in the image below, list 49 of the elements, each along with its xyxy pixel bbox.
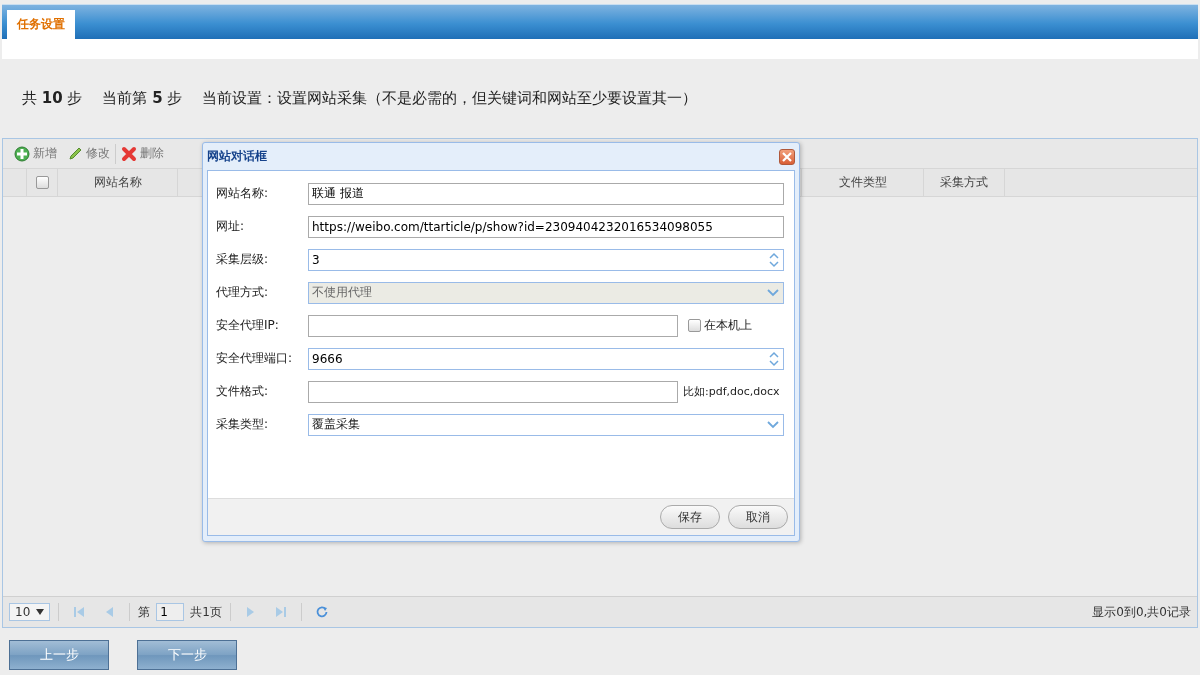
last-page-icon [274, 606, 287, 618]
pencil-icon [67, 145, 83, 162]
cross-icon [121, 145, 137, 162]
select-field[interactable]: 覆盖采集 [308, 413, 784, 436]
field-label: 文件格式: [216, 383, 270, 400]
spinner-arrows-icon [768, 251, 780, 268]
step-text: 共 10 步 [22, 89, 83, 108]
checkbox[interactable] [688, 319, 701, 332]
record-summary: 显示0到0,共0记录 [1092, 603, 1191, 621]
field-label: 网站名称: [216, 185, 270, 202]
page-input[interactable]: 1 [156, 603, 185, 621]
chevron-down-icon [767, 420, 779, 429]
checkbox-label: 在本机上 [704, 317, 752, 334]
page-label: 第 [138, 603, 151, 621]
field-label: 采集类型: [216, 416, 270, 433]
hint-text: 比如:pdf,doc,docx [683, 384, 780, 399]
close-button[interactable] [779, 148, 795, 165]
column-header: 采集方式 [924, 169, 1005, 196]
toolbar-button[interactable]: 修改 [62, 143, 115, 164]
first-page-icon [73, 606, 86, 618]
toolbar-button[interactable]: 删除 [116, 143, 169, 164]
page-count: 共1页 [190, 603, 222, 621]
input-field[interactable]: https://weibo.com/ttarticle/p/show?id=2309404232016534098055 [308, 215, 784, 238]
field-label: 代理方式: [216, 284, 270, 301]
checkbox[interactable] [35, 176, 49, 189]
toolbar-button[interactable]: 新增 [9, 143, 62, 164]
field-label: 采集层级: [216, 251, 270, 268]
input-field[interactable] [308, 380, 678, 403]
step-text: 当前第 5 步 [102, 89, 183, 108]
refresh-icon [315, 606, 328, 618]
spinner-field[interactable]: 9666 [308, 347, 784, 370]
column-header: 网站名称 [58, 169, 178, 196]
input-field[interactable] [308, 314, 678, 337]
close-icon [782, 151, 792, 162]
field-label: 安全代理IP: [216, 317, 280, 334]
page-size-select[interactable]: 10 [9, 603, 51, 621]
field-label: 安全代理端口: [216, 350, 294, 367]
plus-icon [14, 145, 30, 162]
dialog-button[interactable]: 保存 [660, 505, 720, 529]
field-label: 网址: [216, 218, 246, 235]
input-field[interactable]: 联通 报道 [308, 182, 784, 205]
chevron-down-icon [767, 288, 779, 297]
column-header: 文件类型 [802, 169, 924, 196]
dropdown-arrow-icon [36, 609, 45, 615]
dialog-title: 网站对话框 [207, 148, 267, 165]
spinner-arrows-icon [768, 350, 780, 367]
spinner-field[interactable]: 3 [308, 248, 784, 271]
step-text: 当前设置：设置网站采集（不是必需的，但关键词和网站至少要设置其一） [202, 89, 698, 108]
dialog-button[interactable]: 取消 [728, 505, 788, 529]
